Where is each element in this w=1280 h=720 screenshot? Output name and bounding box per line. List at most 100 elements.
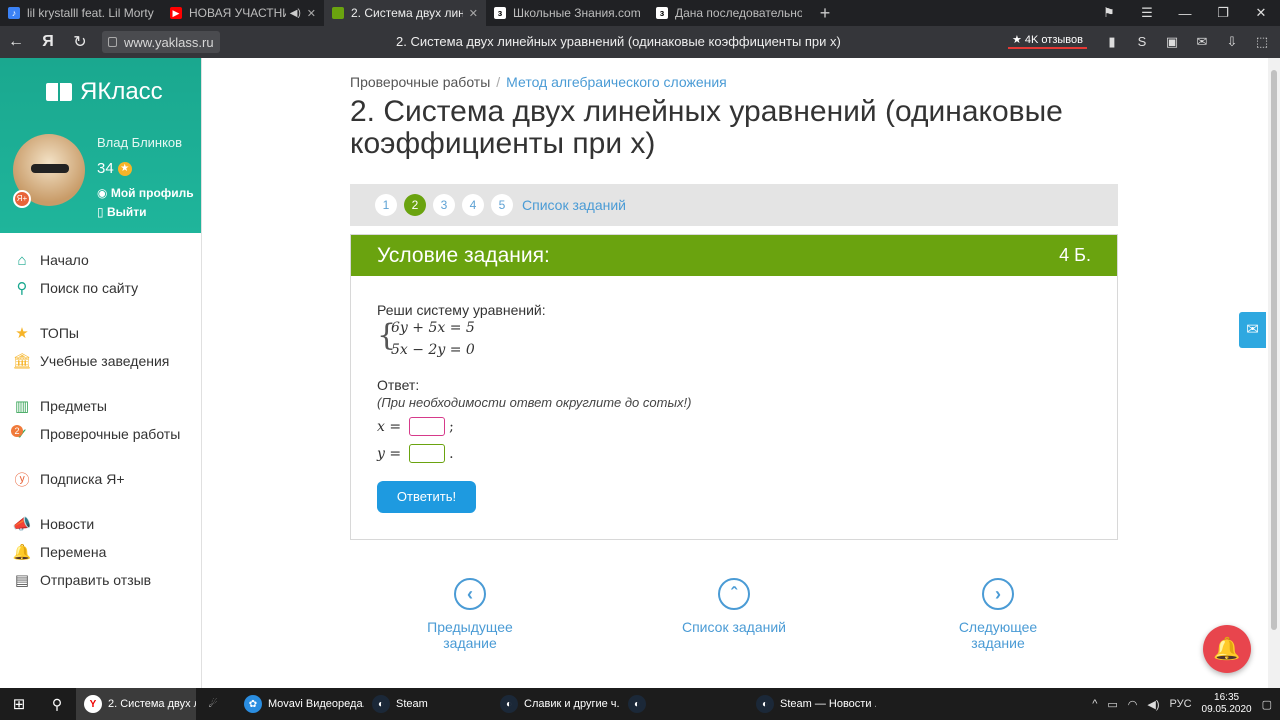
taskbar-item-label: Movavi Видеореда...: [268, 698, 364, 710]
bookmark-manager-icon[interactable]: ⚑: [1090, 5, 1128, 21]
y-answer-input[interactable]: [409, 444, 446, 463]
sidebar-item-break[interactable]: 🔔 Перемена: [0, 538, 202, 566]
page-title-bar: 2. Система двух линейных уравнений (один…: [396, 34, 841, 49]
close-window-icon[interactable]: ✕: [1242, 5, 1280, 21]
main-content: Проверочные работы / Метод алгебраического…: [202, 58, 1268, 688]
extension-icon[interactable]: ▣: [1162, 32, 1182, 52]
reload-icon[interactable]: ↻: [64, 32, 96, 52]
task-card: Условие задания: 4 Б. Реши систему уравн…: [350, 234, 1118, 540]
browser-tab[interactable]: ♪ lil krystalll feat. Lil Morty - П: [0, 0, 162, 26]
taskbar-item[interactable]: ◐: [620, 688, 748, 720]
sidebar-item-tests[interactable]: 2 ✓ Проверочные работы: [0, 420, 202, 448]
chevron-left-icon: ‹: [454, 578, 486, 610]
close-icon[interactable]: ✕: [469, 7, 478, 20]
page-1[interactable]: 1: [375, 194, 397, 216]
task-list-bottom-link[interactable]: ˆ Список заданий: [680, 578, 788, 635]
sidebar-item-news[interactable]: 📣 Новости: [0, 510, 202, 538]
back-icon[interactable]: ←: [0, 33, 32, 51]
taskbar-item[interactable]: ◐ Steam — Новости ...: [748, 688, 876, 720]
extension-icon[interactable]: S: [1132, 32, 1152, 52]
speaker-icon[interactable]: ◀): [290, 8, 301, 19]
sidebar-item-label: Начало: [40, 252, 89, 268]
prev-task-label: Предыдущее задание: [427, 619, 513, 651]
taskbar-item[interactable]: ◐ Steam: [364, 688, 492, 720]
home-icon: ⌂: [17, 251, 27, 269]
language-indicator[interactable]: РУС: [1170, 698, 1192, 710]
volume-icon[interactable]: ◀): [1147, 698, 1159, 711]
equation-2: 5x − 2y = 0: [391, 342, 475, 358]
yandex-icon[interactable]: Я: [32, 33, 64, 51]
breadcrumb-item[interactable]: Метод алгебраического сложения: [506, 74, 727, 90]
page-scrollbar[interactable]: [1268, 58, 1280, 688]
minimize-icon[interactable]: —: [1166, 6, 1204, 21]
sidebar-header: ЯКласс Я+ Влад Блинков 34 ★ ◉ Мой профил…: [0, 58, 201, 233]
page-4[interactable]: 4: [462, 194, 484, 216]
search-icon[interactable]: ⚲: [38, 696, 76, 713]
reviews-badge[interactable]: ★ 4K отзывов: [1008, 32, 1087, 49]
sidebar-item-label: Учебные заведения: [40, 353, 170, 369]
tab-label: Дана последовательность: [675, 6, 802, 20]
taskbar-item-label: Steam: [396, 698, 428, 710]
steam-icon: ◐: [756, 695, 774, 713]
sidebar-item-tops[interactable]: ★ ТОПы: [0, 319, 202, 347]
tab-label: Школьные Знания.com - Р: [513, 6, 640, 20]
page-5[interactable]: 5: [491, 194, 513, 216]
chevron-up-icon[interactable]: ^: [1092, 698, 1097, 710]
notifications-icon[interactable]: ▢: [1262, 698, 1272, 711]
bell-icon: 🔔: [12, 544, 32, 561]
browser-tab[interactable]: з Дана последовательность: [648, 0, 810, 26]
prev-task-link[interactable]: ‹ Предыдущее задание: [402, 578, 538, 651]
clock[interactable]: 16:35 09.05.2020: [1202, 692, 1252, 716]
page-3[interactable]: 3: [433, 194, 455, 216]
close-icon[interactable]: ✕: [307, 7, 316, 20]
browser-tab[interactable]: ▶ НОВАЯ УЧАСТНИЦА ◀) ✕: [162, 0, 324, 26]
y-punct: .: [449, 445, 454, 462]
new-tab-button[interactable]: +: [810, 3, 840, 24]
restore-icon[interactable]: ❐: [1204, 5, 1242, 21]
url-field[interactable]: www.yaklass.ru: [102, 31, 220, 53]
notification-bell-icon[interactable]: 🔔: [1203, 625, 1251, 673]
book-icon: [46, 83, 72, 101]
sidebar-item-label: Подписка Я+: [40, 471, 125, 487]
profile-link[interactable]: ◉ Мой профиль: [97, 186, 194, 200]
taskbar-item[interactable]: ◐ Славик и другие ч...: [492, 688, 620, 720]
task-list-link[interactable]: Список заданий: [522, 197, 626, 213]
network-icon[interactable]: ▭: [1107, 698, 1117, 711]
submit-answer-button[interactable]: Ответить!: [377, 481, 476, 513]
sidebar-item-home[interactable]: ⌂ Начало: [0, 246, 202, 274]
yandex-browser-icon: Y: [84, 695, 102, 713]
znanija-icon: з: [656, 7, 668, 19]
sidebar-item-subjects[interactable]: ▥ Предметы: [0, 392, 202, 420]
toolbar-icons: ▮ S ▣ ✉ ⇩ ⬚: [1102, 32, 1272, 52]
wifi-icon[interactable]: ◠: [1128, 698, 1138, 711]
taskbar-item[interactable]: Y 2. Система двух ли...: [76, 688, 196, 720]
sidebar-item-subscription[interactable]: ⓨ Подписка Я+: [0, 465, 202, 493]
sidebar-item-search[interactable]: ⚲ Поиск по сайту: [0, 274, 202, 302]
search-icon: ⚲: [16, 280, 28, 297]
mail-icon[interactable]: ✉: [1239, 312, 1266, 348]
sidebar-item-label: ТОПы: [40, 325, 79, 341]
windows-start-icon[interactable]: ⊞: [0, 695, 38, 713]
sidebar-item-schools[interactable]: 🏛 Учебные заведения: [0, 347, 202, 375]
menu-icon[interactable]: ☰: [1128, 5, 1166, 21]
bookmark-icon[interactable]: ▮: [1102, 32, 1122, 52]
page-2[interactable]: 2: [404, 194, 426, 216]
browser-tab-active[interactable]: 2. Система двух линейн ✕: [324, 0, 486, 26]
taskbar-item[interactable]: ✿ Movavi Видеореда...: [236, 688, 364, 720]
logo[interactable]: ЯКласс: [46, 78, 163, 106]
next-task-label: Следующее задание: [958, 619, 1038, 651]
download-icon[interactable]: ⇩: [1222, 32, 1242, 52]
scrollbar-thumb[interactable]: [1271, 70, 1277, 630]
user-icon: ◉: [97, 186, 108, 200]
points-value: 34: [97, 160, 114, 177]
sidebar-item-feedback[interactable]: ▤ Отправить отзыв: [0, 566, 202, 594]
x-answer-input[interactable]: [409, 417, 446, 436]
next-task-link[interactable]: › Следующее задание: [934, 578, 1062, 651]
browser-tab[interactable]: з Школьные Знания.com - Р: [486, 0, 648, 26]
extension-icon[interactable]: ⬚: [1252, 32, 1272, 52]
breadcrumb-item[interactable]: Проверочные работы: [350, 74, 490, 90]
logout-link[interactable]: ▯ Выйти: [97, 205, 147, 219]
star-icon: ★: [117, 161, 132, 176]
taskbar-item[interactable]: ☄: [196, 688, 236, 720]
extension-icon[interactable]: ✉: [1192, 32, 1212, 52]
